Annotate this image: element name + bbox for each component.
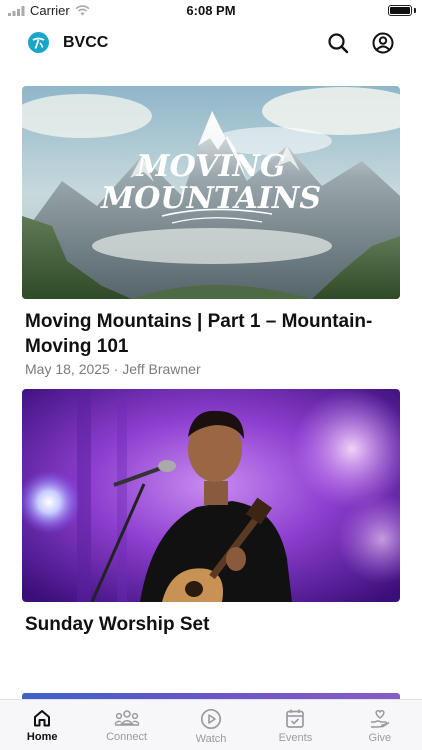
profile-button[interactable]	[370, 30, 396, 56]
people-icon	[114, 710, 140, 726]
sermon-card[interactable]: MOVING MOUNTAINS Moving Mountains | Part…	[22, 86, 400, 389]
tab-give[interactable]: Give	[338, 700, 422, 750]
tab-home-label: Home	[26, 731, 58, 743]
battery-cap	[414, 8, 416, 13]
tab-connect[interactable]: Connect	[84, 700, 168, 750]
tab-events-label: Events	[278, 732, 313, 744]
app-title: BVCC	[63, 34, 109, 51]
worship-title[interactable]: Sunday Worship Set	[22, 612, 400, 637]
battery-icon	[388, 5, 412, 16]
app-header: BVCC	[0, 26, 422, 62]
home-icon	[34, 710, 51, 727]
tab-home[interactable]: Home	[0, 700, 84, 750]
status-time: 6:08 PM	[186, 3, 236, 18]
worship-photo-image[interactable]	[22, 389, 400, 602]
tab-watch-label: Watch	[195, 733, 227, 745]
sermon-meta: May 18, 2025 · Jeff Brawner	[25, 361, 201, 377]
sermon-title[interactable]: Moving Mountains | Part 1 – Mountain-Mov…	[22, 309, 400, 359]
tab-events[interactable]: Events	[253, 700, 337, 750]
app-logo-icon[interactable]	[28, 32, 49, 53]
status-bar: Carrier 6:08 PM	[0, 0, 422, 22]
give-hand-icon	[370, 709, 390, 728]
tab-connect-label: Connect	[106, 731, 148, 743]
sermon-artwork-image[interactable]: MOVING MOUNTAINS	[22, 86, 400, 299]
search-icon	[328, 33, 349, 54]
calendar-icon	[286, 709, 305, 728]
artwork-title-line2: MOUNTAINS	[100, 181, 321, 216]
tab-give-label: Give	[368, 732, 392, 744]
tab-bar: Home Connect Watch Events Give	[0, 699, 422, 750]
content-feed: MOVING MOUNTAINS Moving Mountains | Part…	[22, 86, 400, 701]
worship-card[interactable]: Sunday Worship Set	[22, 389, 400, 701]
profile-icon	[372, 32, 394, 54]
search-button[interactable]	[325, 30, 351, 56]
play-icon	[200, 708, 222, 730]
artwork-title-line1: MOVING	[135, 149, 285, 184]
tab-watch[interactable]: Watch	[169, 700, 253, 750]
